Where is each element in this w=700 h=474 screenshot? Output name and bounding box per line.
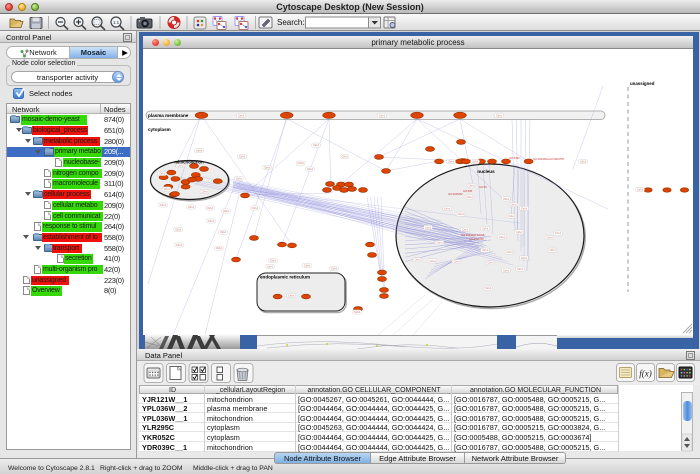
svg-text:GO:05: GO:05 [479,185,487,189]
svg-text:Ctrl-d: Ctrl-d [580,160,587,163]
svg-text:GO:005: GO:005 [463,189,473,193]
svg-text:Ctrl-d: Ctrl-d [196,150,203,153]
svg-text:Ctrl-d: Ctrl-d [469,185,476,188]
svg-text:Ctrl-d: Ctrl-d [238,114,245,117]
svg-text:f(x): f(x) [639,369,652,379]
svg-text:Ctrl-d: Ctrl-d [267,265,274,268]
svg-text:Ctrl-d: Ctrl-d [307,168,314,171]
svg-text:Ctrl-d: Ctrl-d [516,231,523,234]
svg-text:1:1: 1:1 [113,20,120,25]
svg-text:GO:0044444-GO:05: GO:0044444-GO:05 [461,233,485,237]
svg-text:GO:0016787: GO:0016787 [469,237,484,241]
svg-text:Ctrl-d: Ctrl-d [511,204,518,207]
svg-text:Ctrl-d: Ctrl-d [458,213,465,216]
svg-text:Ctrl-d: Ctrl-d [488,262,495,265]
svg-text:cytoplasm: cytoplasm [148,127,171,132]
svg-text:Ctrl-d: Ctrl-d [342,156,349,159]
svg-text:Ctrl-d: Ctrl-d [176,244,183,247]
svg-text:Ctrl-d: Ctrl-d [188,206,195,209]
svg-text:Ctrl-d: Ctrl-d [270,260,277,263]
svg-text:Ctrl-d: Ctrl-d [448,160,455,163]
svg-text:Ctrl-d: Ctrl-d [313,144,320,147]
svg-text:Ctrl-d: Ctrl-d [485,287,492,290]
svg-text:Ctrl-d: Ctrl-d [507,251,514,254]
svg-text:Ctrl-d: Ctrl-d [637,189,644,192]
svg-text:Ctrl-d: Ctrl-d [331,268,338,271]
svg-text:Ctrl-d: Ctrl-d [547,237,554,240]
svg-text:Ctrl-d: Ctrl-d [304,264,311,267]
svg-text:Ctrl-d: Ctrl-d [472,160,479,163]
svg-text:GO:0045267: GO:0045267 [448,192,463,196]
svg-text:Ctrl-d: Ctrl-d [208,220,215,223]
svg-text:Ctrl-d: Ctrl-d [517,268,524,271]
svg-text:Ctrl-d: Ctrl-d [159,173,166,176]
svg-text:Ctrl-d: Ctrl-d [425,226,432,229]
svg-text:GO:0442: GO:0442 [509,156,520,160]
svg-text:Ctrl-d: Ctrl-d [467,196,474,199]
svg-text:Ctrl-d: Ctrl-d [496,114,503,117]
svg-text:Ctrl-d: Ctrl-d [207,207,214,210]
svg-text:Ctrl-d: Ctrl-d [499,236,506,239]
svg-text:Ctrl-d: Ctrl-d [521,257,528,260]
svg-text:Search:: Search: [277,18,305,27]
svg-text:Ctrl-d: Ctrl-d [437,242,444,245]
svg-text:Ctrl-d: Ctrl-d [503,198,510,201]
svg-text:Ctrl-d: Ctrl-d [220,231,227,234]
svg-text:Ctrl-d: Ctrl-d [430,260,437,263]
svg-text:Ctrl-d: Ctrl-d [555,232,562,235]
svg-text:Ctrl-d: Ctrl-d [354,311,361,314]
svg-text:Ctrl-d: Ctrl-d [264,166,271,169]
svg-text:Ctrl-d: Ctrl-d [236,178,243,181]
svg-text:Ctrl-d: Ctrl-d [509,215,516,218]
svg-text:Ctrl-d: Ctrl-d [415,259,422,262]
svg-text:Ctrl-d: Ctrl-d [503,269,510,272]
svg-text:GO:0044464+GO:0016787: GO:0044464+GO:0016787 [533,157,565,161]
svg-text:Ctrl-d: Ctrl-d [164,188,171,191]
svg-text:Ctrl-d: Ctrl-d [288,295,295,298]
svg-text:mitochondrion: mitochondrion [174,160,204,165]
svg-text:Ctrl-d: Ctrl-d [444,207,451,210]
svg-text:plasma membrane: plasma membrane [148,113,189,118]
svg-text:unassigned: unassigned [630,81,655,86]
svg-text:Ctrl-d: Ctrl-d [223,210,230,213]
svg-text:endoplasmic reticulum: endoplasmic reticulum [260,275,310,280]
svg-text:Ctrl-d: Ctrl-d [462,228,469,231]
svg-text:Ctrl-d: Ctrl-d [298,162,305,165]
svg-text:Ctrl-d: Ctrl-d [252,207,259,210]
svg-text:Ctrl-d: Ctrl-d [216,247,223,250]
svg-text:Ctrl-d: Ctrl-d [550,249,557,252]
svg-text:Ctrl-d: Ctrl-d [239,156,246,159]
svg-text:Ctrl-d: Ctrl-d [175,228,182,231]
svg-text:nucleus: nucleus [477,169,495,174]
svg-text:Ctrl-d: Ctrl-d [379,114,386,117]
svg-text:Ctrl-d: Ctrl-d [521,207,528,210]
svg-text:Ctrl-d: Ctrl-d [202,191,209,194]
svg-text:Ctrl-d: Ctrl-d [160,204,167,207]
svg-text:Ctrl-d: Ctrl-d [454,261,461,264]
svg-text:Ctrl-d: Ctrl-d [178,165,185,168]
svg-text:Ctrl-d: Ctrl-d [482,228,489,231]
svg-text:Ctrl-d: Ctrl-d [482,249,489,252]
